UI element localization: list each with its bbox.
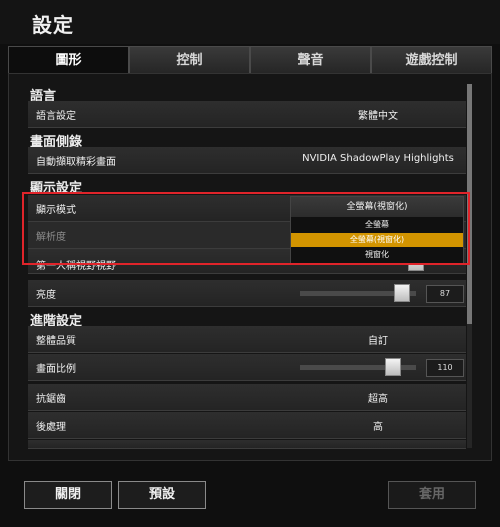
anti-aliasing-value[interactable]: 超高 xyxy=(288,390,468,405)
row-anti-aliasing[interactable]: 抗鋸齒 超高 xyxy=(28,384,466,411)
row-partial xyxy=(28,440,466,449)
screen-scale-slider[interactable] xyxy=(300,358,416,376)
post-processing-label: 後處理 xyxy=(36,422,66,433)
anti-aliasing-label: 抗鋸齒 xyxy=(36,394,66,405)
row-language-setting[interactable]: 語言設定 繁體中文 xyxy=(28,101,466,128)
tab-sound[interactable]: 聲音 xyxy=(250,46,371,74)
defaults-button[interactable]: 預設 xyxy=(118,481,206,509)
close-button[interactable]: 關閉 xyxy=(24,481,112,509)
post-processing-value[interactable]: 高 xyxy=(288,418,468,433)
screen-scale-value-box[interactable]: 110 xyxy=(426,359,464,377)
display-mode-label: 顯示模式 xyxy=(36,205,76,216)
brightness-label: 亮度 xyxy=(36,290,56,301)
tab-bar: 圖形 控制 聲音 遊戲控制 xyxy=(8,46,492,74)
row-auto-capture[interactable]: 自動擷取精彩畫面 NVIDIA ShadowPlay Highlights xyxy=(28,147,466,174)
brightness-slider[interactable] xyxy=(300,284,416,302)
tab-controls[interactable]: 控制 xyxy=(129,46,250,74)
row-post-processing[interactable]: 後處理 高 xyxy=(28,412,466,439)
dropdown-option-fullscreen[interactable]: 全螢幕 xyxy=(291,218,463,232)
resolution-label: 解析度 xyxy=(36,232,66,243)
brightness-slider-knob[interactable] xyxy=(394,284,410,302)
screen-scale-slider-knob[interactable] xyxy=(385,358,401,376)
apply-button[interactable]: 套用 xyxy=(388,481,476,509)
auto-capture-value[interactable]: NVIDIA ShadowPlay Highlights xyxy=(288,153,468,164)
display-mode-dropdown[interactable]: 全螢幕(視窗化) 全螢幕 全螢幕(視窗化) 視窗化 xyxy=(290,196,464,264)
screen-scale-label: 畫面比例 xyxy=(36,364,76,375)
dropdown-option-windowed-fullscreen[interactable]: 全螢幕(視窗化) xyxy=(291,233,463,247)
overall-quality-label: 整體品質 xyxy=(36,336,76,347)
row-screen-scale[interactable]: 畫面比例 110 xyxy=(28,354,466,381)
language-setting-value[interactable]: 繁體中文 xyxy=(288,107,468,122)
auto-capture-label: 自動擷取精彩畫面 xyxy=(36,157,116,168)
tab-graphics[interactable]: 圖形 xyxy=(8,46,129,74)
row-brightness[interactable]: 亮度 87 xyxy=(28,280,466,307)
tab-gameplay[interactable]: 遊戲控制 xyxy=(371,46,492,74)
row-overall-quality[interactable]: 整體品質 自訂 xyxy=(28,326,466,353)
title-bar: 設定 xyxy=(0,0,500,44)
section-display: 顯示設定 xyxy=(30,181,83,196)
window-title: 設定 xyxy=(32,13,74,37)
language-setting-label: 語言設定 xyxy=(36,111,76,122)
fpp-fov-label: 第一人稱視野視野 xyxy=(36,261,116,272)
brightness-value-box[interactable]: 87 xyxy=(426,285,464,303)
overall-quality-value[interactable]: 自訂 xyxy=(288,332,468,347)
display-mode-current[interactable]: 全螢幕(視窗化) xyxy=(291,197,463,217)
dropdown-option-windowed[interactable]: 視窗化 xyxy=(291,248,463,262)
